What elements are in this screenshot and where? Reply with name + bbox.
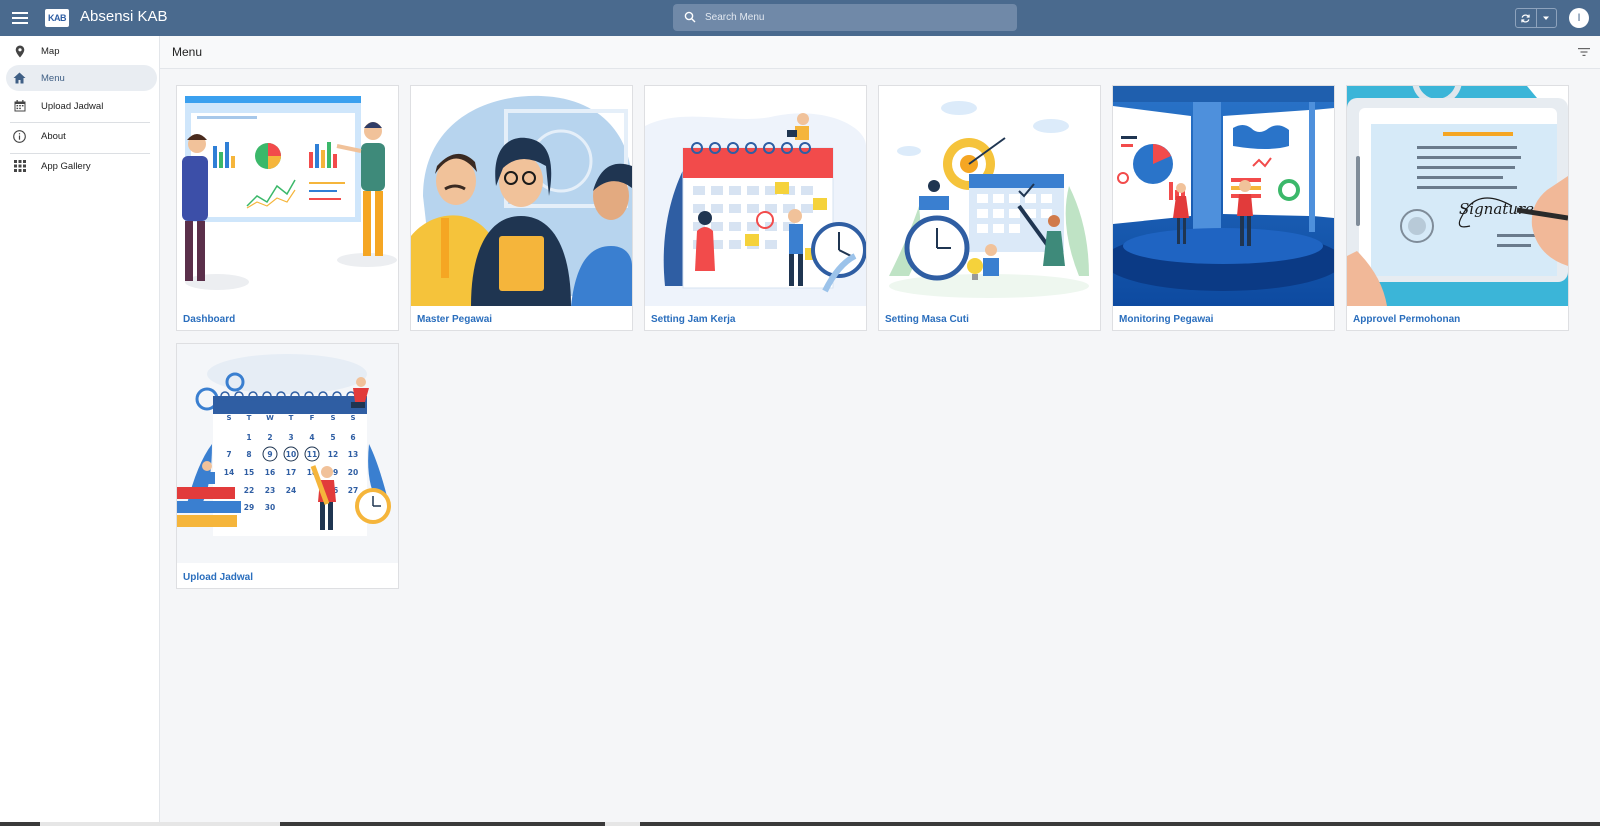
menu-card-label: Setting Jam Kerja (651, 314, 736, 325)
sidebar: Map Menu Upload Jadwal About App Gallery (0, 36, 160, 826)
calendar-day-header: S (226, 414, 231, 422)
map-pin-icon (13, 45, 26, 58)
calendar-date: 29 (244, 503, 254, 512)
hamburger-menu-icon[interactable] (10, 8, 30, 28)
sidebar-item-upload-jadwal[interactable]: Upload Jadwal (6, 93, 157, 119)
sidebar-item-label: Menu (41, 72, 65, 84)
top-app-bar: KAB Absensi KAB I (0, 0, 1600, 36)
calendar-day-header: W (266, 414, 274, 422)
menu-card-label: Master Pegawai (417, 314, 493, 325)
menu-card-label: Dashboard (183, 314, 236, 325)
filter-icon[interactable] (1578, 47, 1590, 57)
calendar-date: 30 (265, 503, 275, 512)
calendar-date: 20 (348, 468, 358, 477)
sync-button-group (1515, 8, 1557, 28)
logo-text: KAB (48, 13, 67, 23)
sync-dropdown-button[interactable] (1535, 9, 1556, 27)
calendar-day-header: T (289, 414, 294, 422)
calendar-icon (13, 100, 26, 113)
calendar-day-header: S (330, 414, 335, 422)
menu-card-approvel-permohonan[interactable]: Signature Approvel Permohonan (1346, 85, 1569, 331)
page-header: Menu (160, 36, 1600, 69)
menu-card-upload-jadwal[interactable]: S T W T F S S 1 2 3 4 5 6 7 8 9 10 11 12… (176, 343, 399, 589)
calendar-date: 7 (226, 450, 231, 459)
info-icon (13, 129, 26, 143)
calendar-date: 1 (246, 433, 251, 442)
approval-illustration: Signature (1347, 86, 1568, 306)
app-title: Absensi KAB (80, 8, 168, 25)
calendar-date: 3 (288, 433, 293, 442)
sidebar-item-label: Map (41, 45, 60, 57)
sidebar-item-label: Upload Jadwal (41, 100, 104, 112)
sidebar-item-map[interactable]: Map (6, 38, 157, 64)
menu-card-label: Setting Masa Cuti (885, 314, 969, 325)
monitoring-illustration (1113, 86, 1334, 306)
sidebar-item-label: About (41, 130, 66, 142)
menu-card-label: Upload Jadwal (183, 572, 254, 583)
search-input[interactable] (705, 8, 1005, 27)
calendar-date: 5 (330, 433, 335, 442)
home-icon (13, 72, 26, 85)
user-avatar[interactable]: I (1569, 8, 1589, 28)
dashboard-illustration (177, 86, 398, 306)
menu-card-monitoring-pegawai[interactable]: Monitoring Pegawai (1112, 85, 1335, 331)
calendar-date: 24 (286, 486, 296, 495)
calendar-date: 9 (267, 450, 272, 459)
work-hours-illustration (645, 86, 866, 306)
calendar-date: 2 (267, 433, 272, 442)
calendar-date: 12 (328, 450, 338, 459)
employees-illustration (411, 86, 632, 306)
menu-card-setting-jam-kerja[interactable]: Setting Jam Kerja (644, 85, 867, 331)
search-bar[interactable] (673, 4, 1017, 31)
calendar-day-header: S (350, 414, 355, 422)
menu-card-setting-masa-cuti[interactable]: Setting Masa Cuti (878, 85, 1101, 331)
calendar-date: 27 (348, 486, 358, 495)
menu-card-label: Approvel Permohonan (1353, 314, 1461, 325)
calendar-date: 11 (307, 450, 317, 459)
sidebar-item-app-gallery[interactable]: App Gallery (6, 153, 157, 179)
calendar-date: 8 (246, 450, 251, 459)
sidebar-item-label: App Gallery (41, 160, 91, 172)
calendar-date: 14 (224, 468, 234, 477)
page-title: Menu (172, 45, 203, 59)
menu-card-label: Monitoring Pegawai (1119, 314, 1214, 325)
taskbar-segment (605, 822, 640, 826)
calendar-day-header: F (310, 414, 315, 422)
bottom-taskbar-strip (0, 822, 1600, 826)
menu-card-dashboard[interactable]: Dashboard (176, 85, 399, 331)
sidebar-item-about[interactable]: About (6, 123, 157, 149)
calendar-date: 6 (350, 433, 355, 442)
calendar-date: 16 (265, 468, 275, 477)
calendar-date: 13 (348, 450, 358, 459)
calendar-date: 23 (265, 486, 275, 495)
leave-period-illustration (879, 86, 1100, 306)
calendar-date: 10 (286, 450, 296, 459)
calendar-date: 17 (286, 468, 296, 477)
calendar-date: 4 (309, 433, 314, 442)
sync-button[interactable] (1516, 9, 1536, 27)
caret-down-icon (1543, 16, 1550, 20)
taskbar-segment (40, 822, 280, 826)
calendar-date: 15 (244, 468, 254, 477)
main-content: Menu Dashboard Master Pegawai Setting Ja… (160, 36, 1600, 826)
grid-icon (13, 160, 26, 173)
search-icon (684, 11, 696, 23)
calendar-day-header: T (247, 414, 252, 422)
menu-card-master-pegawai[interactable]: Master Pegawai (410, 85, 633, 331)
calendar-date: 22 (244, 486, 254, 495)
sidebar-item-menu[interactable]: Menu (6, 65, 157, 91)
sync-icon (1521, 14, 1531, 22)
app-logo: KAB (45, 9, 69, 27)
schedule-calendar-illustration: S T W T F S S 1 2 3 4 5 6 7 8 9 10 11 12… (177, 344, 398, 563)
